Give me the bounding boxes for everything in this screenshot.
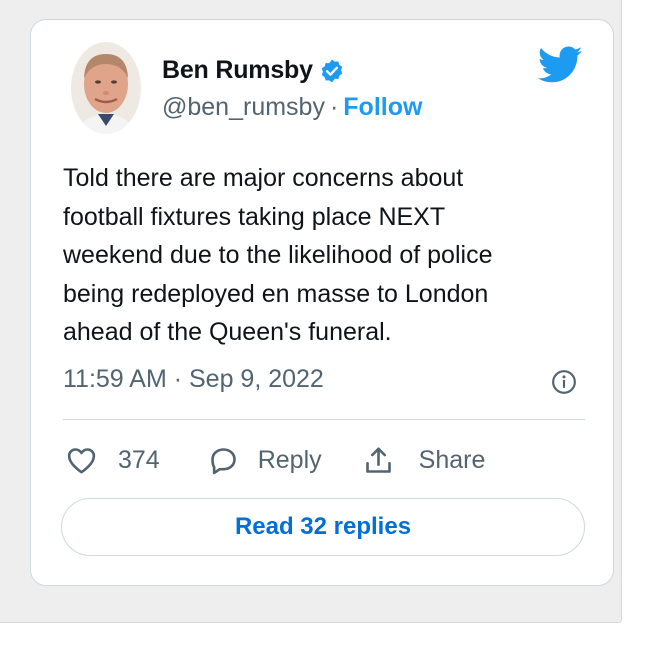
reply-button[interactable]: Reply [207,444,322,477]
heart-icon [67,448,96,474]
tweet-text-line: weekend due to the likelihood of police [63,241,493,269]
tweet-text-line: being redeployed en masse to London [63,279,489,308]
tweet-text-line: ahead of the Queen's funeral. [63,318,392,346]
author-name[interactable]: Ben Rumsby [162,56,313,85]
author-name-row: Ben Rumsby [162,56,345,85]
tweet-text-line: Told there are major concerns about [63,164,464,192]
tweet-text-line: football fixtures taking place NEXT [63,202,446,231]
follow-link[interactable]: Follow [343,93,422,121]
handle-separator: · [329,93,339,121]
share-upload-icon [365,447,391,473]
action-bar: 374 Reply Share [65,444,485,477]
page-frame: Ben Rumsby @ben_rumsby · Follow Told there… [0,0,622,623]
like-count: 374 [118,446,160,474]
share-button[interactable]: Share [362,444,486,477]
tweet-timestamp[interactable]: 11:59 AM · Sep 9, 2022 [63,365,324,394]
avatar[interactable] [71,42,141,134]
speech-bubble-icon [210,448,236,475]
share-label: Share [418,446,486,474]
verified-badge-icon [321,59,342,82]
read-replies-button[interactable]: Read 32 replies [61,498,585,556]
author-handle-row: @ben_rumsby · Follow [162,93,422,122]
info-icon[interactable] [551,369,577,395]
tweet-card: Ben Rumsby @ben_rumsby · Follow Told there… [30,19,614,586]
like-button[interactable]: 374 [65,444,160,477]
author-handle[interactable]: @ben_rumsby [162,93,325,121]
reply-label: Reply [257,446,322,474]
twitter-bird-icon[interactable] [538,46,583,84]
divider [63,419,585,420]
tweet-text: Told there are major concerns about foot… [63,159,583,352]
